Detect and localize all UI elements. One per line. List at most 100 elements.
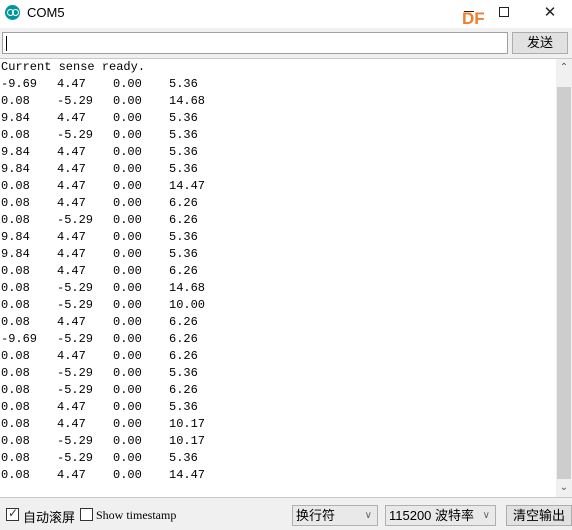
output-value: 0.08 (1, 451, 30, 465)
show-timestamp-label[interactable]: Show timestamp (96, 508, 176, 523)
output-value: 4.47 (57, 468, 86, 482)
output-value: 4.47 (57, 196, 86, 210)
output-value: 5.36 (169, 366, 198, 380)
output-value: 0.00 (113, 281, 142, 295)
output-value: 0.00 (113, 94, 142, 108)
output-value: 0.08 (1, 417, 30, 431)
output-line: 0.08 -5.29 0.00 14.68 (0, 93, 556, 110)
output-value: 0.00 (113, 162, 142, 176)
output-value: 6.26 (169, 213, 198, 227)
line-ending-select[interactable]: 换行符 ∨ (292, 505, 378, 526)
output-value: -9.69 (1, 332, 38, 346)
output-value: 0.00 (113, 315, 142, 329)
output-value: 4.47 (57, 162, 86, 176)
chevron-down-icon: ⌄ (559, 482, 569, 493)
output-value: -5.29 (57, 94, 94, 108)
minimize-button[interactable] (454, 4, 484, 24)
output-line: 0.08 -5.29 0.00 14.68 (0, 280, 556, 297)
send-input[interactable] (2, 32, 508, 54)
output-value: 4.47 (57, 230, 86, 244)
output-value: 0.00 (113, 111, 142, 125)
output-value: 9.84 (1, 111, 30, 125)
show-timestamp-checkbox[interactable] (80, 508, 93, 521)
output-value: 0.00 (113, 213, 142, 227)
output-value: 0.00 (113, 349, 142, 363)
output-value: 0.08 (1, 349, 30, 363)
maximize-button[interactable] (489, 4, 519, 24)
output-line: 0.08 4.47 0.00 5.36 (0, 399, 556, 416)
output-value: 0.00 (113, 366, 142, 380)
output-value: 0.00 (113, 383, 142, 397)
output-value: 10.00 (169, 298, 206, 312)
output-value: 4.47 (57, 400, 86, 414)
vertical-scrollbar[interactable]: ⌃ ⌄ (556, 59, 572, 497)
output-value: 0.08 (1, 366, 30, 380)
output-value: 5.36 (169, 145, 198, 159)
output-value: 4.47 (57, 145, 86, 159)
output-line: 0.08 -5.29 0.00 5.36 (0, 365, 556, 382)
output-value: 0.00 (113, 230, 142, 244)
baud-rate-select[interactable]: 115200 波特率 ∨ (385, 505, 496, 526)
output-value: 14.68 (169, 94, 206, 108)
output-line: 0.08 -5.29 0.00 5.36 (0, 450, 556, 467)
output-line: 0.08 4.47 0.00 6.26 (0, 263, 556, 280)
minimize-icon (464, 10, 474, 12)
output-value: -5.29 (57, 366, 94, 380)
output-value: 0.00 (113, 179, 142, 193)
scroll-up-button[interactable]: ⌃ (556, 59, 572, 77)
output-value: 4.47 (57, 417, 86, 431)
output-value: 5.36 (169, 230, 198, 244)
output-value: -5.29 (57, 128, 94, 142)
output-value: -5.29 (57, 298, 94, 312)
output-value: 0.08 (1, 196, 30, 210)
output-line: 0.08 4.47 0.00 6.26 (0, 314, 556, 331)
output-header-line: Current sense ready. (1, 60, 146, 74)
autoscroll-label[interactable]: 自动滚屏 (23, 507, 75, 526)
close-button[interactable]: ✕ (535, 4, 565, 24)
output-line: 0.08 -5.29 0.00 10.00 (0, 297, 556, 314)
output-value: 10.17 (169, 417, 206, 431)
output-line: 0.08 4.47 0.00 10.17 (0, 416, 556, 433)
output-line: 9.84 4.47 0.00 5.36 (0, 110, 556, 127)
output-value: 6.26 (169, 349, 198, 363)
output-line: 0.08 -5.29 0.00 5.36 (0, 127, 556, 144)
output-line: 0.08 -5.29 0.00 6.26 (0, 382, 556, 399)
output-line: -9.69 -5.29 0.00 6.26 (0, 331, 556, 348)
scrollbar-thumb[interactable] (557, 87, 571, 479)
output-value: 5.36 (169, 111, 198, 125)
output-line: 9.84 4.47 0.00 5.36 (0, 229, 556, 246)
output-value: 9.84 (1, 162, 30, 176)
output-line: 0.08 4.47 0.00 14.47 (0, 178, 556, 195)
clear-output-button[interactable]: 清空输出 (506, 505, 572, 526)
output-value: 0.08 (1, 94, 30, 108)
output-value: 0.00 (113, 196, 142, 210)
output-value: 4.47 (57, 179, 86, 193)
output-value: 0.08 (1, 179, 30, 193)
output-line: 9.84 4.47 0.00 5.36 (0, 246, 556, 263)
serial-output[interactable]: Current sense ready. -9.69 4.47 0.00 5.36 0.… (0, 59, 556, 497)
output-value: 6.26 (169, 332, 198, 346)
output-value: 14.47 (169, 179, 206, 193)
output-value: 5.36 (169, 247, 198, 261)
scroll-down-button[interactable]: ⌄ (556, 479, 572, 497)
output-value: 0.08 (1, 264, 30, 278)
output-value: -9.69 (1, 77, 38, 91)
output-value: 0.00 (113, 247, 142, 261)
baud-rate-value: 115200 波特率 (389, 508, 475, 523)
output-value: 14.47 (169, 468, 206, 482)
autoscroll-checkbox[interactable]: ✓ (6, 506, 19, 521)
output-line: 0.08 4.47 0.00 14.47 (0, 467, 556, 484)
output-value: 0.08 (1, 298, 30, 312)
send-button[interactable]: 发送 (512, 32, 568, 54)
output-value: 5.36 (169, 162, 198, 176)
output-value: 0.00 (113, 128, 142, 142)
output-value: 4.47 (57, 349, 86, 363)
output-value: 6.26 (169, 264, 198, 278)
output-value: -5.29 (57, 434, 94, 448)
output-value: 0.00 (113, 417, 142, 431)
chevron-down-icon: ∨ (482, 510, 490, 521)
output-value: 0.00 (113, 468, 142, 482)
close-icon: ✕ (543, 4, 557, 21)
output-line: 0.08 4.47 0.00 6.26 (0, 348, 556, 365)
output-value: 10.17 (169, 434, 206, 448)
